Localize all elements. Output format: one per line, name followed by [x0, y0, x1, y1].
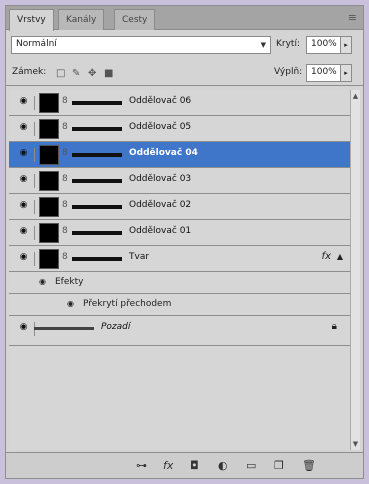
eye-icon[interactable]: ◉ — [13, 174, 35, 188]
link-icon: 8 — [62, 174, 68, 184]
layer-thumbnail — [39, 197, 59, 217]
eye-icon[interactable]: ◉ — [67, 299, 74, 308]
link-icon: 8 — [62, 96, 68, 106]
delete-layer-icon[interactable]: 🗑︎ — [302, 459, 316, 472]
opacity-value: 100% — [311, 39, 337, 49]
tab-bar: Vrstvy Kanály Cesty ≡ — [6, 6, 363, 31]
lock-icon: 🔒︎ — [331, 321, 337, 332]
effects-label: Efekty — [55, 277, 84, 287]
add-mask-icon[interactable]: ◘ — [190, 459, 199, 472]
layer-name: Pozadí — [101, 322, 131, 332]
eye-icon[interactable]: ◉ — [13, 122, 35, 136]
link-icon: 8 — [62, 148, 68, 158]
layer-thumbnail — [39, 249, 59, 269]
scroll-down-icon[interactable]: ▼ — [351, 440, 360, 448]
layers-panel: Vrstvy Kanály Cesty ≡ Normální ▼ Krytí: … — [5, 5, 364, 479]
layer-row[interactable]: ◉ 8 Oddělovač 01 — [9, 220, 351, 246]
new-group-icon[interactable]: ▭ — [246, 459, 256, 472]
effect-item-row[interactable]: ◉ Překrytí přechodem — [9, 294, 351, 316]
lock-all-icon[interactable]: ■ — [104, 68, 113, 79]
opacity-label: Krytí: — [276, 39, 300, 49]
vector-mask-thumbnail — [72, 231, 122, 235]
link-layers-icon[interactable]: ⊶ — [136, 459, 147, 472]
add-fx-icon[interactable]: fx — [163, 459, 173, 472]
lock-row: Zámek: □ ✎ ✥ ■ Výplň: 100% ▸ — [6, 60, 363, 86]
layer-row[interactable]: ◉ 8 Oddělovač 05 — [9, 116, 351, 142]
layer-name: Oddělovač 03 — [129, 174, 192, 184]
layer-row[interactable]: ◉ 8 Tvar fx ▲ — [9, 246, 351, 272]
fill-label: Výplň: — [274, 67, 303, 77]
fill-value: 100% — [311, 67, 337, 77]
fx-icon[interactable]: fx — [322, 251, 331, 262]
scroll-up-icon[interactable]: ▲ — [351, 92, 360, 100]
layer-name: Oddělovač 06 — [129, 96, 192, 106]
layer-row[interactable]: ◉ 8 Oddělovač 06 — [9, 90, 351, 116]
lock-label: Zámek: — [12, 67, 47, 77]
vector-mask-thumbnail — [72, 205, 122, 209]
vector-mask-thumbnail — [72, 179, 122, 183]
blend-row: Normální ▼ Krytí: 100% ▸ — [6, 32, 363, 58]
layer-row[interactable]: ◉ 8 Oddělovač 03 — [9, 168, 351, 194]
layer-thumbnail — [39, 93, 59, 113]
effect-item-label: Překrytí přechodem — [83, 299, 172, 309]
eye-icon[interactable]: ◉ — [13, 96, 35, 110]
layer-thumbnail — [39, 119, 59, 139]
eye-icon[interactable]: ◉ — [13, 322, 35, 336]
layer-row[interactable]: ◉ 8 Oddělovač 02 — [9, 194, 351, 220]
chevron-down-icon: ▼ — [260, 41, 266, 49]
layer-name: Oddělovač 04 — [129, 148, 198, 158]
fill-input[interactable]: 100% ▸ — [306, 64, 352, 82]
effects-row[interactable]: ◉ Efekty — [9, 272, 351, 294]
eye-icon[interactable]: ◉ — [13, 148, 35, 162]
link-icon: 8 — [62, 200, 68, 210]
background-layer-row[interactable]: ◉ Pozadí 🔒︎ — [9, 316, 351, 346]
new-layer-icon[interactable]: ❐ — [274, 459, 284, 472]
vector-mask-thumbnail — [72, 153, 122, 157]
layer-name: Oddělovač 05 — [129, 122, 192, 132]
tab-kanaly[interactable]: Kanály — [58, 9, 105, 30]
lock-paint-icon[interactable]: ✎ — [72, 68, 80, 79]
eye-icon[interactable]: ◉ — [13, 200, 35, 214]
layer-row-selected[interactable]: ◉ 8 Oddělovač 04 — [9, 142, 351, 168]
layer-name: Tvar — [129, 252, 150, 262]
opacity-input[interactable]: 100% ▸ — [306, 36, 352, 54]
link-icon: 8 — [62, 122, 68, 132]
vector-mask-thumbnail — [72, 101, 122, 105]
layer-name: Oddělovač 01 — [129, 226, 192, 236]
collapse-effects-icon[interactable]: ▲ — [337, 252, 343, 261]
opacity-dropdown-icon[interactable]: ▸ — [340, 36, 352, 54]
tab-cesty[interactable]: Cesty — [114, 9, 156, 30]
fill-dropdown-icon[interactable]: ▸ — [340, 64, 352, 82]
bottom-toolbar: ⊶ fx ◘ ◐ ▭ ❐ 🗑︎ — [6, 452, 363, 478]
layer-name: Oddělovač 02 — [129, 200, 192, 210]
vector-mask-thumbnail — [72, 257, 122, 261]
layer-thumbnail — [39, 223, 59, 243]
vector-mask-thumbnail — [72, 127, 122, 131]
background-thumbnail — [34, 327, 94, 330]
layer-thumbnail — [39, 171, 59, 191]
lock-position-icon[interactable]: ✥ — [88, 68, 96, 79]
scrollbar[interactable]: ▲ ▼ — [350, 90, 360, 450]
blend-mode-value: Normální — [16, 39, 57, 49]
link-icon: 8 — [62, 226, 68, 236]
layers-list: ◉ 8 Oddělovač 06 ◉ 8 Oddělovač 05 ◉ 8 Od… — [9, 90, 351, 450]
adjustment-layer-icon[interactable]: ◐ — [218, 459, 228, 472]
layer-thumbnail — [39, 145, 59, 165]
eye-icon[interactable]: ◉ — [13, 226, 35, 240]
eye-icon[interactable]: ◉ — [39, 277, 46, 286]
lock-transparent-icon[interactable]: □ — [56, 68, 65, 79]
eye-icon[interactable]: ◉ — [13, 252, 35, 266]
link-icon: 8 — [62, 252, 68, 262]
panel-menu-icon[interactable]: ≡ — [348, 11, 357, 24]
blend-mode-select[interactable]: Normální ▼ — [11, 36, 271, 54]
tab-vrstvy[interactable]: Vrstvy — [9, 9, 54, 31]
